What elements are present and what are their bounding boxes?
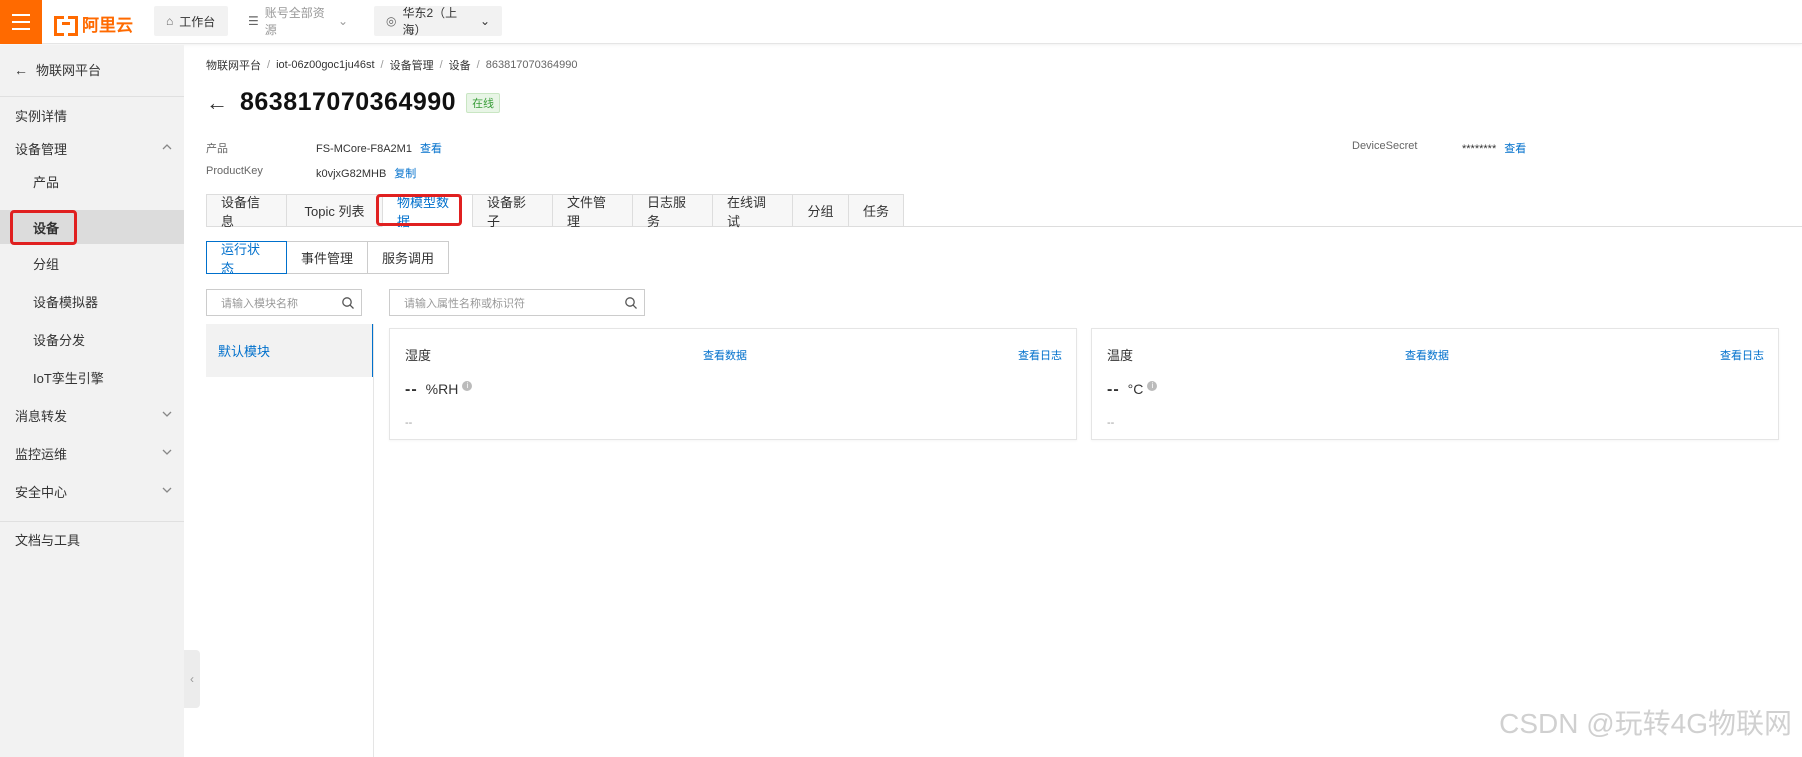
aliyun-logo[interactable]: 阿里云 [54,11,133,36]
chevron-down-icon: ⌄ [479,14,490,28]
tab-tasks[interactable]: 任务 [848,194,904,227]
status-badge: 在线 [466,92,501,113]
sidebar-item-device-distribution[interactable]: 设备分发 [0,322,184,356]
chevron-down-icon: ⌄ [337,14,348,28]
subtab-service-invocation[interactable]: 服务调用 [367,241,449,274]
chevron-up-icon [160,140,174,154]
highlight-devices [10,210,77,245]
region-dropdown[interactable]: ◎ 华东2（上海） ⌄ [374,6,502,37]
view-data-link[interactable]: 查看数据 [1405,347,1449,363]
tab-device-info[interactable]: 设备信息 [206,194,286,229]
list-icon: ☰ [248,14,259,28]
device-header: ← 863817070364990 在线 [206,88,501,117]
sidebar-item-iot-twin-engine[interactable]: IoT孪生引擎 [0,360,184,394]
sidebar-item-device-management[interactable]: 设备管理 [0,131,184,165]
property-update-time: -- [405,417,413,429]
copy-productkey-link[interactable]: 复制 [394,168,416,180]
breadcrumb-iot-platform[interactable]: 物联网平台 [206,57,261,73]
subtab-event-management[interactable]: 事件管理 [286,241,368,274]
product-label: 产品 [206,143,228,155]
productkey-label: ProductKey [206,165,263,177]
breadcrumb-current: 863817070364990 [485,59,578,71]
module-search-input[interactable]: 请输入模块名称 [206,289,362,316]
menu-icon[interactable] [0,0,42,44]
sidebar-item-monitoring-ops[interactable]: 监控运维 [0,436,184,470]
page-title: 863817070364990 [240,88,457,116]
tab-groups[interactable]: 分组 [792,194,848,227]
view-log-link[interactable]: 查看日志 [1720,347,1764,363]
back-to-iot-platform[interactable]: ← 物联网平台 [14,60,101,79]
resources-dropdown[interactable]: ☰ 账号全部资源 ⌄ [236,6,360,37]
top-bar: 阿里云 ⌂ 工作台 ☰ 账号全部资源 ⌄ ◎ 华东2（上海） ⌄ [0,0,1802,44]
sidebar-item-docs-tools[interactable]: 文档与工具 [0,522,184,556]
sidebar-item-device-simulator[interactable]: 设备模拟器 [0,284,184,318]
chevron-left-icon: ‹ [190,672,194,686]
breadcrumb-instance[interactable]: iot-06z00goc1ju46st [276,59,374,71]
sidebar-item-message-forwarding[interactable]: 消息转发 [0,398,184,432]
property-value: -- %RH i [405,381,473,399]
search-icon[interactable] [624,296,638,310]
view-secret-link[interactable]: 查看 [1504,143,1526,155]
back-arrow-icon[interactable]: ← [206,91,228,114]
property-card-humidity: 湿度 查看数据 查看日志 -- %RH i -- [389,328,1077,440]
chevron-down-icon [160,445,174,459]
workbench-button[interactable]: ⌂ 工作台 [154,6,228,36]
info-icon[interactable]: i [462,381,473,391]
location-icon: ◎ [386,14,397,28]
search-icon[interactable] [341,296,355,310]
devicesecret-value: ******** 查看 [1462,143,1527,155]
property-value: -- °C i [1107,381,1158,399]
device-tabs: 设备信息 Topic 列表 物模型数据 设备影子 文件管理 日志服务 在线调试 … [206,194,904,229]
watermark: CSDN @玩转4G物联网 [1499,708,1792,739]
view-product-link[interactable]: 查看 [420,143,442,155]
info-icon[interactable]: i [1147,381,1158,391]
breadcrumb-device-management[interactable]: 设备管理 [390,57,434,73]
aliyun-logo-icon [54,15,78,36]
view-data-link[interactable]: 查看数据 [703,347,747,363]
divider [0,96,184,97]
subtab-running-status[interactable]: 运行状态 [206,241,287,276]
chevron-down-icon [160,407,174,421]
chevron-down-icon [160,483,174,497]
sidebar-item-groups[interactable]: 分组 [0,246,184,280]
tab-online-debug[interactable]: 在线调试 [712,194,792,229]
property-name: 温度 [1107,348,1134,363]
sidebar-item-security-center[interactable]: 安全中心 [0,474,184,508]
productkey-value: k0vjxG82MHB 复制 [316,168,417,180]
sidebar-item-products[interactable]: 产品 [0,164,184,198]
breadcrumb-devices[interactable]: 设备 [449,57,471,73]
tab-log-service[interactable]: 日志服务 [632,194,712,229]
property-name: 湿度 [405,348,432,363]
module-item-default[interactable]: 默认模块 [206,324,374,377]
home-icon: ⌂ [166,14,174,28]
tab-file-management[interactable]: 文件管理 [552,194,632,229]
sidebar: ← 物联网平台 实例详情 设备管理 产品 设备 分组 设备模拟器 设备分发 Io… [0,45,184,757]
product-value: FS-MCore-F8A2M1 查看 [316,143,442,155]
tab-topic-list[interactable]: Topic 列表 [286,194,382,227]
tab-device-shadow[interactable]: 设备影子 [472,194,552,229]
module-list: 默认模块 [206,324,374,377]
sidebar-item-instance-details[interactable]: 实例详情 [0,98,184,132]
collapse-sidebar-handle[interactable]: ‹ [184,650,200,708]
view-log-link[interactable]: 查看日志 [1018,347,1062,363]
arrow-left-icon: ← [14,61,28,78]
highlight-thing-model-tab [376,194,462,226]
property-update-time: -- [1107,417,1115,429]
breadcrumb: 物联网平台 / iot-06z00goc1ju46st / 设备管理 / 设备/ 86… [206,57,578,73]
devicesecret-label: DeviceSecret [1352,140,1418,152]
property-card-temperature: 温度 查看数据 查看日志 -- °C i -- [1091,328,1779,440]
module-divider [373,324,374,757]
sub-tabs: 运行状态 事件管理 服务调用 [206,241,449,276]
property-search-input[interactable]: 请输入属性名称或标识符 [389,289,645,316]
